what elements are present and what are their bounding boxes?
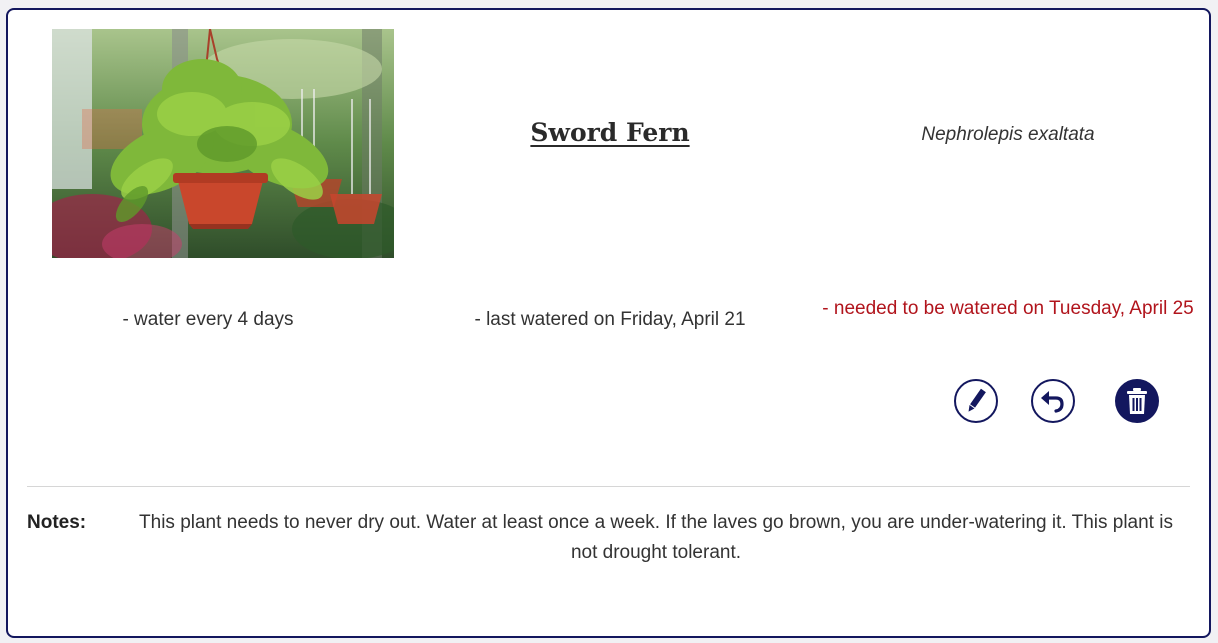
edit-plant-button[interactable] (953, 378, 999, 424)
section-divider (27, 486, 1190, 487)
trash-icon (1115, 379, 1159, 423)
pencil-icon (954, 379, 998, 423)
notes-text: This plant needs to never dry out. Water… (139, 512, 1173, 563)
delete-plant-button[interactable] (1114, 378, 1160, 424)
watering-frequency: - water every 4 days (122, 309, 294, 330)
next-watering-due: - needed to be watered on Tuesday, April… (822, 298, 1194, 319)
plant-photo (52, 29, 394, 258)
plant-card: Sword Fern Nephrolepis exaltata - water … (6, 8, 1211, 638)
last-watered-date: - last watered on Friday, April 21 (474, 309, 746, 330)
plant-common-name[interactable]: Sword Fern (410, 118, 810, 147)
undo-arrow-icon (1031, 379, 1075, 423)
undo-watering-button[interactable] (1030, 378, 1076, 424)
plant-scientific-name: Nephrolepis exaltata (921, 124, 1095, 145)
notes-label: Notes: (27, 512, 87, 533)
